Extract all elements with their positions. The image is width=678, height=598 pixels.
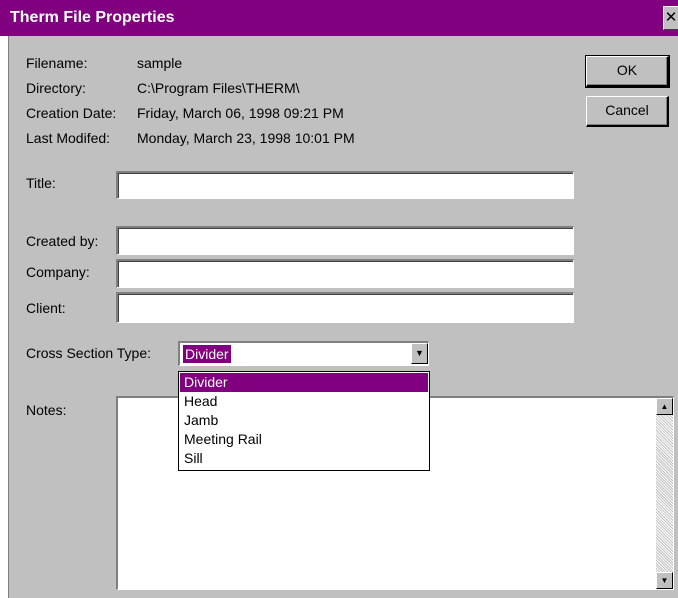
close-button[interactable]: ✕ (663, 6, 678, 30)
title-bar: Therm File Properties ✕ (0, 0, 678, 36)
company-field[interactable] (116, 259, 574, 288)
client-label: Client: (26, 300, 66, 316)
close-icon: ✕ (664, 9, 678, 26)
cross-section-selected-value: Divider (183, 345, 231, 363)
ok-button[interactable]: OK (585, 55, 670, 88)
window-title: Therm File Properties (10, 9, 175, 26)
directory-label: Directory: (26, 80, 86, 96)
dropdown-option-sill[interactable]: Sill (180, 449, 428, 468)
cross-section-type-label: Cross Section Type: (26, 345, 152, 361)
created-by-label: Created by: (26, 233, 99, 249)
scroll-down-icon: ▼ (660, 576, 669, 585)
cross-section-dropdown-list: Divider Head Jamb Meeting Rail Sill (178, 371, 430, 471)
window-left-edge (0, 36, 9, 598)
scroll-down-button[interactable]: ▼ (656, 572, 673, 589)
title-label: Title: (26, 175, 56, 191)
scroll-up-button[interactable]: ▲ (656, 398, 673, 415)
dropdown-option-jamb[interactable]: Jamb (180, 411, 428, 430)
dropdown-option-head[interactable]: Head (180, 392, 428, 411)
directory-value: C:\Program Files\THERM\ (137, 80, 300, 96)
therm-file-properties-dialog: Therm File Properties ✕ Filename: sample… (0, 0, 678, 598)
filename-value: sample (137, 55, 183, 71)
dropdown-option-divider[interactable]: Divider (180, 373, 428, 392)
dropdown-arrow-button[interactable]: ▼ (411, 343, 428, 364)
scroll-up-icon: ▲ (660, 402, 669, 411)
title-field[interactable] (116, 171, 574, 199)
notes-label: Notes: (26, 402, 67, 418)
notes-vertical-scrollbar[interactable]: ▲ ▼ (656, 398, 673, 589)
creation-date-label: Creation Date: (26, 105, 117, 121)
last-modified-label: Last Modifed: (26, 130, 111, 146)
dropdown-option-meeting-rail[interactable]: Meeting Rail (180, 430, 428, 449)
company-label: Company: (26, 264, 90, 280)
cancel-button[interactable]: Cancel (586, 96, 669, 127)
creation-date-value: Friday, March 06, 1998 09:21 PM (137, 105, 344, 121)
chevron-down-icon: ▼ (415, 348, 424, 358)
client-field[interactable] (116, 292, 574, 323)
cross-section-type-select[interactable]: Divider ▼ (178, 341, 429, 366)
last-modified-value: Monday, March 23, 1998 10:01 PM (137, 130, 355, 146)
filename-label: Filename: (26, 55, 88, 71)
created-by-field[interactable] (116, 226, 574, 255)
